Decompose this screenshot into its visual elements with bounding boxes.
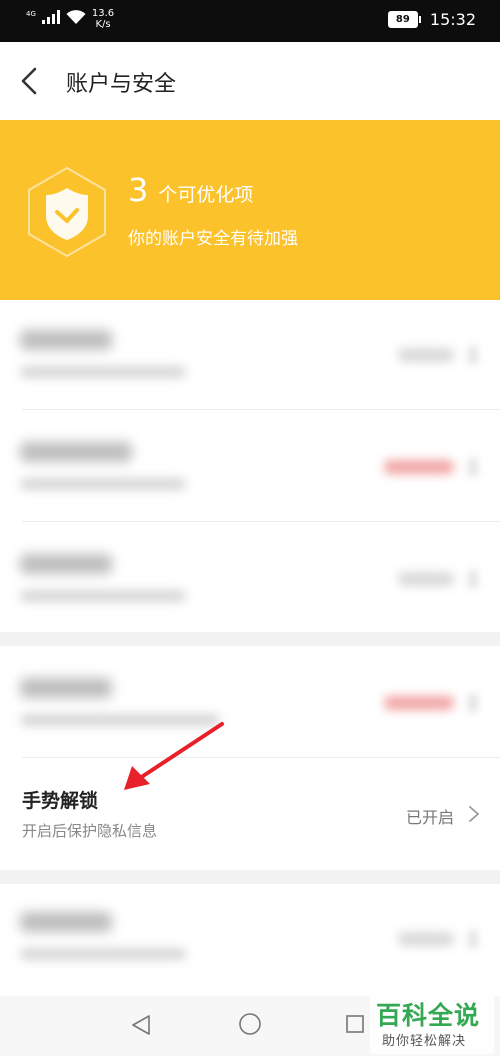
gesture-unlock-status: 已开启 — [405, 808, 454, 827]
security-banner[interactable]: 3 个可优化项 你的账户安全有待加强 — [0, 120, 500, 300]
settings-section-2: 手势解锁 开启后保护隐私信息 已开启 — [0, 646, 500, 870]
banner-subtitle: 你的账户安全有待加强 — [128, 229, 298, 249]
optimization-count: 3 — [128, 171, 149, 209]
signal-icon — [41, 10, 60, 24]
shield-check-icon — [28, 166, 106, 258]
page-title: 账户与安全 — [66, 72, 177, 97]
nav-back-icon[interactable] — [130, 1014, 152, 1036]
watermark-main: 百科全说 — [376, 1001, 481, 1030]
settings-section-3 — [0, 884, 500, 996]
settings-section-1 — [0, 300, 500, 632]
speed-unit: K/s — [95, 19, 111, 30]
blurred-setting-row[interactable] — [0, 522, 500, 632]
gesture-unlock-description: 开启后保护隐私信息 — [22, 822, 158, 840]
blurred-setting-row[interactable] — [0, 410, 500, 522]
clock: 15:32 — [429, 10, 476, 29]
network-speed: 13.6 K/s — [92, 8, 114, 30]
nav-recent-icon[interactable] — [345, 1014, 365, 1034]
optimization-label: 个可优化项 — [158, 184, 254, 206]
annotation-arrow-icon — [124, 722, 224, 790]
speed-value: 13.6 — [91, 8, 115, 19]
blurred-setting-row[interactable] — [0, 300, 500, 410]
gesture-unlock-row[interactable]: 手势解锁 开启后保护隐私信息 已开启 — [0, 758, 500, 870]
chevron-left-icon[interactable] — [18, 66, 42, 96]
wifi-icon — [66, 10, 86, 24]
status-bar: 4G 13.6 K/s 89 15:32 — [0, 0, 500, 42]
watermark: 百科全说 助你轻松解决 — [370, 996, 494, 1054]
nav-home-icon[interactable] — [238, 1012, 262, 1036]
header: 账户与安全 — [0, 42, 500, 120]
gesture-unlock-title: 手势解锁 — [22, 790, 99, 812]
blurred-setting-row[interactable] — [0, 884, 500, 996]
chevron-right-icon — [469, 806, 479, 822]
watermark-sub: 助你轻松解决 — [382, 1034, 467, 1049]
network-type: 4G — [26, 10, 36, 18]
blurred-setting-row[interactable] — [0, 646, 500, 758]
battery-icon: 89 — [387, 11, 421, 28]
